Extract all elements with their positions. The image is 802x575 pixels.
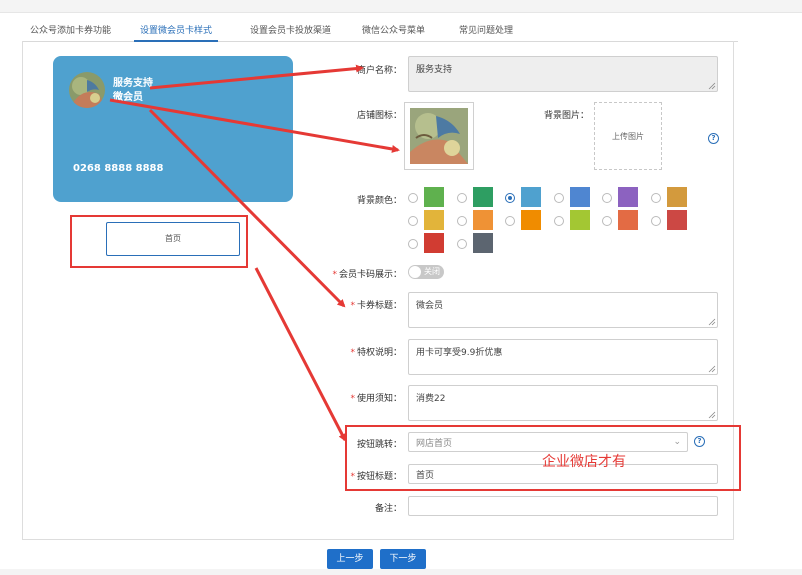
toggle-knob — [409, 266, 421, 278]
bg-color-label: 背景颜色： — [356, 196, 402, 206]
tab-faq[interactable]: 常见问题处理 — [459, 22, 513, 40]
resize-handle-icon — [708, 318, 716, 326]
bg-color-radio[interactable] — [408, 216, 418, 226]
privilege-value: 用卡可享受9.9折优惠 — [416, 348, 503, 358]
top-bar — [0, 0, 802, 13]
remark-field[interactable] — [408, 496, 718, 516]
notice-field[interactable]: 消费22 — [408, 385, 718, 421]
bg-color-radio[interactable] — [456, 216, 467, 226]
member-code-label: * 会员卡码展示： — [332, 270, 402, 280]
bg-color-radio[interactable] — [553, 193, 564, 203]
notice-value: 消费22 — [416, 394, 446, 404]
highlight-box-preview-button — [70, 215, 248, 268]
member-card-preview: 服务支持 微会员 0268 8888 8888 — [53, 56, 293, 202]
help-icon[interactable]: ? — [708, 133, 719, 144]
bg-color-radio[interactable] — [602, 216, 612, 226]
bg-color-swatch[interactable] — [472, 210, 493, 230]
notice-label: * 使用须知： — [350, 394, 402, 404]
bg-color-swatch[interactable] — [472, 187, 493, 207]
card-number: 0268 8888 8888 — [73, 163, 164, 174]
bg-color-radio[interactable] — [602, 193, 612, 203]
card-merchant-name: 服务支持 微会员 — [113, 77, 153, 105]
bg-color-radio[interactable] — [408, 193, 418, 203]
merchant-name-field[interactable]: 服务支持 — [408, 56, 718, 92]
bg-color-swatch[interactable] — [569, 210, 590, 230]
resize-handle-icon — [708, 411, 716, 419]
toggle-text: 关闭 — [424, 267, 440, 276]
bg-color-swatch[interactable] — [424, 233, 444, 253]
tab-card-style[interactable]: 设置微会员卡样式 — [134, 22, 218, 42]
card-name-line2: 微会员 — [113, 92, 143, 103]
merchant-name-label: 商户名称： — [356, 66, 402, 76]
prev-step-button[interactable]: 上一步 — [327, 549, 373, 569]
bg-color-swatch[interactable] — [569, 187, 590, 207]
tab-card-channel[interactable]: 设置会员卡投放渠道 — [250, 22, 331, 40]
privilege-label: * 特权说明： — [350, 348, 402, 358]
bg-color-radio[interactable] — [456, 239, 467, 249]
privilege-field[interactable]: 用卡可享受9.9折优惠 — [408, 339, 718, 375]
remark-label: 备注： — [374, 504, 402, 514]
bg-color-swatch[interactable] — [618, 187, 638, 207]
bg-image-upload[interactable]: 上传图片 — [594, 102, 662, 170]
bg-color-swatch[interactable] — [666, 210, 687, 230]
tab-add-coupon[interactable]: 公众号添加卡券功能 — [30, 22, 111, 40]
card-title-value: 微会员 — [416, 301, 444, 311]
bg-color-radio[interactable] — [650, 193, 661, 203]
bg-color-swatch[interactable] — [521, 187, 541, 207]
resize-handle-icon — [708, 365, 716, 373]
bg-color-swatch[interactable] — [618, 210, 638, 230]
bg-color-swatch[interactable] — [666, 187, 687, 207]
bg-color-radio[interactable] — [553, 216, 564, 226]
card-name-line1: 服务支持 — [113, 78, 153, 89]
annotation-text: 企业微店才有 — [542, 454, 626, 470]
merchant-name-value: 服务支持 — [416, 65, 453, 75]
bg-color-radio[interactable] — [408, 239, 418, 249]
bg-color-radio[interactable] — [505, 193, 515, 203]
bg-image-label: 背景图片： — [543, 111, 589, 121]
card-title-field[interactable]: 微会员 — [408, 292, 718, 328]
bg-color-radio[interactable] — [456, 193, 467, 203]
tab-bar: 公众号添加卡券功能 设置微会员卡样式 设置会员卡投放渠道 微信公众号菜单 常见问… — [22, 22, 738, 42]
tab-wechat-menu[interactable]: 微信公众号菜单 — [362, 22, 425, 40]
bg-color-swatch[interactable] — [521, 210, 541, 230]
member-code-toggle[interactable]: 关闭 — [408, 265, 444, 279]
bg-color-swatch[interactable] — [424, 210, 444, 230]
resize-handle-icon — [708, 82, 716, 90]
shop-icon-thumbnail[interactable] — [404, 102, 474, 170]
bottom-bar — [0, 569, 802, 575]
bg-color-radio[interactable] — [505, 216, 515, 226]
card-title-label: * 卡券标题： — [350, 301, 402, 311]
next-step-button[interactable]: 下一步 — [380, 549, 426, 569]
shop-icon-label: 店铺图标： — [356, 111, 402, 121]
card-logo-image — [69, 72, 105, 108]
bg-color-swatch[interactable] — [472, 233, 493, 253]
bg-color-swatch[interactable] — [424, 187, 444, 207]
bg-color-radio[interactable] — [650, 216, 661, 226]
